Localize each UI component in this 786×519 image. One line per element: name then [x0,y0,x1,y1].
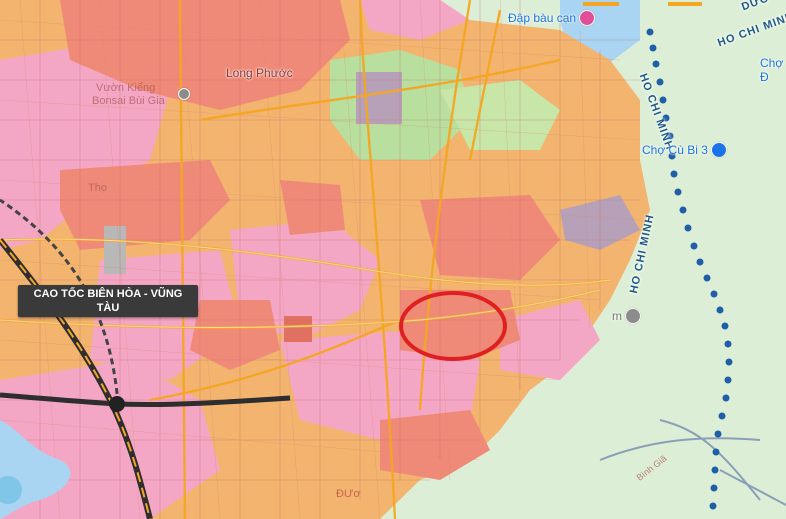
poi-generic[interactable]: m [612,308,641,324]
place-pin-icon [625,308,641,324]
place-label-vuon-kieng: Vườn Kiểng [96,82,156,94]
road-label-line-2: TÀU [96,302,120,314]
road-label-line-1: CAO TỐC BIÊN HÒA - VŨNG [33,288,183,300]
map-canvas[interactable]: Long Phước Vườn Kiểng Bonsai Bùi Gia Thọ… [0,0,786,519]
poi-cho-cu-bi[interactable]: Chợ Cù Bi 3 [642,142,727,158]
place-label-long-phuoc: Long Phước [226,66,293,80]
poi-dap-bau[interactable]: Đập bàu cạn [508,10,596,26]
poi-label-dap-bau: Đập bàu cạn [508,11,577,25]
poi-label-cho-right: Chợ C [760,56,786,70]
place-label-duong-bottom: ĐƯơ [336,488,361,500]
place-label-tho: Thọ [88,182,107,194]
poi-label-cho-cu-bi: Chợ Cù Bi 3 [642,143,708,157]
camera-icon [579,10,596,26]
interchange-node [109,396,125,412]
planning-map-layer [0,0,786,519]
place-label-bonsai: Bonsai Bùi Gia [92,95,165,107]
poi-vuon-kieng[interactable] [178,88,190,100]
poi-label-m: m [612,309,622,323]
park-icon [178,88,190,100]
road-label-expressway: CAO TỐC BIÊN HÒA - VŨNG TÀU [18,285,198,317]
poi-label-cho-right-2: Đ [760,70,769,84]
poi-cho-right[interactable]: Chợ C Đ [760,56,786,84]
shopping-cart-icon [710,142,727,158]
